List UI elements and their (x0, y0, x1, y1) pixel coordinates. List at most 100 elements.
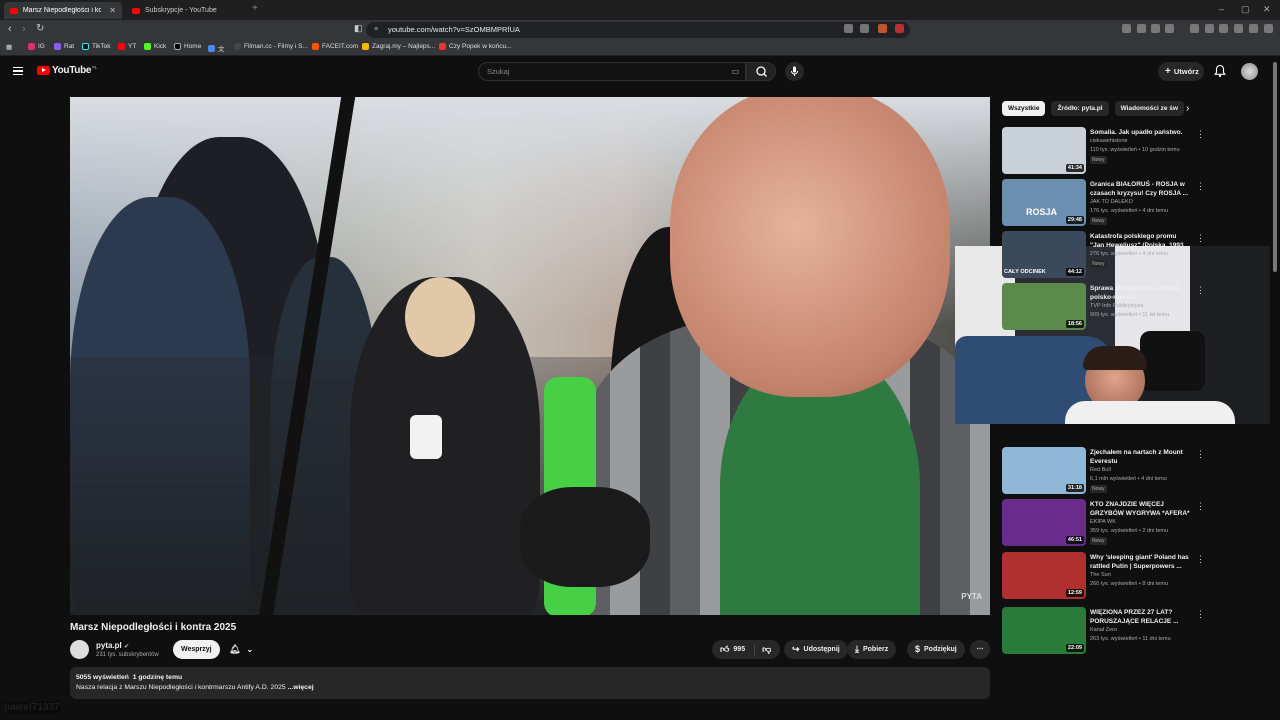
extension-icon-2[interactable] (1137, 24, 1146, 33)
recommendation-item[interactable]: 12:59 Why 'sleeping giant' Poland has rat… (1002, 552, 1262, 600)
chip-source[interactable]: Źródło: pyta.pl (1051, 101, 1109, 116)
notifications-bell-icon[interactable] (1214, 64, 1226, 78)
bookmark-yt[interactable]: YT (118, 43, 136, 50)
recommendation-item[interactable]: 18:56 Sprawa dla reportera - Wojna polsko… (1002, 283, 1262, 331)
more-options-icon[interactable]: ⋮ (1196, 449, 1205, 460)
close-window-icon[interactable]: ✕ (1263, 4, 1271, 15)
recommendation-item[interactable]: 46:51 KTO ZNAJDZIE WIĘCEJ GRZYBÓW WYGRYWA… (1002, 499, 1262, 547)
chevron-right-icon[interactable]: › (1186, 103, 1189, 114)
recommendation-title[interactable]: WIĘZIONA PRZEZ 27 LAT? PORUSZAJĄCE RELAC… (1090, 608, 1190, 626)
bookmark-kick[interactable]: Kick (144, 43, 166, 50)
recommendation-thumbnail[interactable]: 31:18 (1002, 447, 1086, 494)
recommendation-channel[interactable]: Kanał Zero (1090, 627, 1117, 633)
recommendation-item[interactable]: 41:34 Somalia. Jak upadło państwo. ciekawe… (1002, 127, 1262, 175)
keyboard-icon[interactable]: ▭ (731, 63, 739, 80)
recommendation-title[interactable]: Granica BIAŁORUŚ - ROSJA w czasach kryzy… (1090, 180, 1190, 198)
channel-watermark[interactable]: PYTA (961, 592, 982, 601)
url-field[interactable]: ≡ youtube.com/watch?v=SzOMBMPRfUA (366, 22, 910, 38)
bookmark-translate[interactable]: 文 (208, 43, 225, 53)
recommendation-thumbnail[interactable]: 44:12 CAŁY ODCINEK (1002, 231, 1086, 278)
recommendation-title[interactable]: Zjechałem na nartach z Mount Everestu (1090, 448, 1190, 466)
brave-rewards-icon[interactable] (895, 24, 904, 33)
new-tab-icon[interactable]: + (252, 3, 258, 14)
hamburger-menu-icon[interactable] (13, 67, 23, 75)
leo-icon[interactable] (1234, 24, 1243, 33)
close-tab-icon[interactable]: ✕ (109, 6, 116, 15)
back-icon[interactable]: ‹ (8, 23, 12, 35)
more-options-icon[interactable]: ⋮ (1196, 233, 1205, 244)
music-icon[interactable] (1190, 24, 1199, 33)
recommendation-channel[interactable]: Red Bull (1090, 467, 1111, 473)
recommendation-channel[interactable]: The Sun (1090, 572, 1111, 578)
search-input[interactable]: Szukaj ▭ (478, 62, 746, 81)
extension-icon-1[interactable] (1122, 24, 1131, 33)
bookmark-icon[interactable]: ◧ (354, 23, 363, 34)
chip-news[interactable]: Wiadomości ze św (1114, 101, 1184, 116)
notification-settings-button[interactable]: 🔔︎ ⌄ (221, 640, 261, 659)
account-avatar[interactable] (1241, 63, 1258, 80)
site-info-icon[interactable]: ≡ (374, 22, 378, 38)
reload-icon[interactable]: ↻ (36, 23, 44, 34)
bookmark-faceit[interactable]: FACEIT.com (312, 43, 358, 50)
tab-subscriptions[interactable]: Subskrypcje - YouTube (126, 2, 248, 19)
recommendation-title[interactable]: KTO ZNAJDZIE WIĘCEJ GRZYBÓW WYGRYWA *AFE… (1090, 500, 1190, 518)
recommendation-title[interactable]: Katastrofa polskiego promu "Jan Hewelius… (1090, 232, 1190, 250)
search-button[interactable] (746, 62, 776, 81)
recommendation-thumbnail[interactable]: 29:48 ROSJA (1002, 179, 1086, 226)
apps-icon[interactable]: ▦ (6, 43, 12, 51)
vpn-icon[interactable] (1249, 24, 1258, 33)
more-options-icon[interactable]: ⋮ (1196, 501, 1205, 512)
channel-name[interactable]: pyta.pl ✔ (96, 641, 129, 650)
more-link[interactable]: ...więcej (288, 684, 314, 691)
forward-icon[interactable]: › (22, 23, 26, 35)
bookmark-popek[interactable]: Czy Popek w końcu... (439, 43, 512, 50)
recommendation-item[interactable]: 31:18 Zjechałem na nartach z Mount Everes… (1002, 447, 1262, 495)
more-options-icon[interactable]: ⋮ (1196, 181, 1205, 192)
brave-shield-icon[interactable] (878, 24, 887, 33)
recommendation-channel[interactable]: EKIPA WK (1090, 519, 1116, 525)
more-options-icon[interactable]: ⋮ (1196, 129, 1205, 140)
scrollbar[interactable] (1273, 62, 1277, 272)
dislike-button[interactable]: 👎︎ (762, 640, 771, 659)
create-button[interactable]: + Utwórz (1158, 62, 1204, 81)
bookmark-tiktok[interactable]: TikTok (82, 43, 111, 50)
recommendation-channel[interactable]: TVP Info Publicystyka (1090, 303, 1143, 309)
chip-all[interactable]: Wszystkie (1002, 101, 1046, 116)
recommendation-thumbnail[interactable]: 22:09 (1002, 607, 1086, 654)
description-box[interactable]: 5055 wyświetleń 1 godzinę temu Nasza rel… (70, 667, 990, 699)
tab-current[interactable]: Marsz Niepodległości i kontr ✕ (4, 2, 122, 19)
recommendation-title[interactable]: Sprawa dla reportera - Wojna polsko-roms… (1090, 284, 1190, 302)
more-options-icon[interactable]: ⋮ (1196, 554, 1205, 565)
like-button[interactable]: 👍︎ 995 (720, 640, 745, 659)
recommendation-item[interactable]: 29:48 ROSJA Granica BIAŁORUŚ - ROSJA w cza… (1002, 179, 1262, 227)
cast-icon[interactable] (844, 24, 853, 33)
extension-icon-3[interactable] (1151, 24, 1160, 33)
recommendation-item[interactable]: 44:12 CAŁY ODCINEK Katastrofa polskiego pr… (1002, 231, 1262, 279)
channel-avatar[interactable] (70, 640, 89, 659)
sidebar-icon[interactable] (1205, 24, 1214, 33)
youtube-logo[interactable]: YouTube PL (37, 65, 97, 76)
recommendation-thumbnail[interactable]: 41:34 (1002, 127, 1086, 174)
download-button[interactable]: ⤓ Pobierz (847, 640, 897, 659)
recommendation-channel[interactable]: ciekawehistorie (1090, 138, 1128, 144)
recommendation-channel[interactable]: JAK TO DALEKO (1090, 199, 1133, 205)
more-options-icon[interactable]: ⋮ (1196, 609, 1205, 620)
bookmark-filman[interactable]: Filman.cc - Filmy i S... (234, 43, 308, 50)
more-actions-button[interactable]: ⋯ (970, 640, 990, 659)
extension-icon-4[interactable] (1165, 24, 1174, 33)
voice-search-button[interactable] (785, 62, 804, 81)
recommendation-thumbnail[interactable]: 12:59 (1002, 552, 1086, 599)
recommendation-item[interactable]: 22:09 WIĘZIONA PRZEZ 27 LAT? PORUSZAJĄCE … (1002, 607, 1262, 655)
recommendation-title[interactable]: Why 'sleeping giant' Poland has rattled … (1090, 553, 1190, 571)
more-options-icon[interactable]: ⋮ (1196, 285, 1205, 296)
bookmark-ig[interactable]: IG (28, 43, 45, 50)
recommendation-title[interactable]: Somalia. Jak upadło państwo. (1090, 128, 1190, 137)
recommendation-thumbnail[interactable]: 46:51 (1002, 499, 1086, 546)
menu-icon[interactable] (1264, 24, 1273, 33)
wallet-icon[interactable] (1219, 24, 1228, 33)
bookmark-home[interactable]: Home (174, 43, 201, 50)
maximize-icon[interactable]: ▢ (1241, 4, 1250, 15)
bookmark-zagraj[interactable]: Zagraj.my – Najleps... (362, 43, 435, 50)
minimize-icon[interactable]: – (1219, 4, 1224, 14)
recommendation-thumbnail[interactable]: 18:56 (1002, 283, 1086, 330)
